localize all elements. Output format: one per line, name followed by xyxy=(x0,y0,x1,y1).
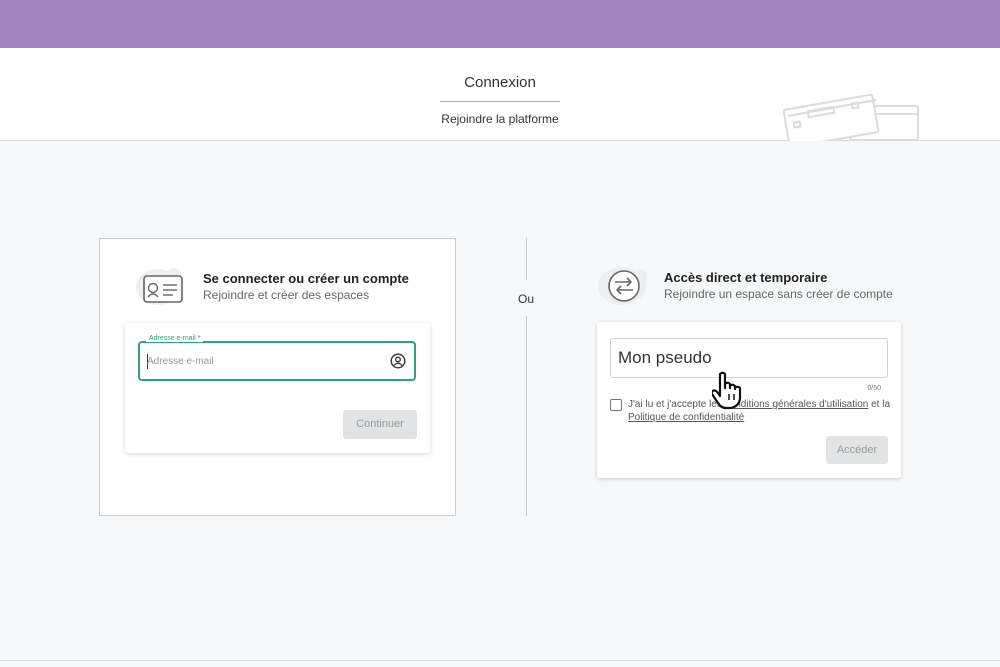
browser-windows-illustration-icon xyxy=(782,94,919,141)
terms-checkbox[interactable] xyxy=(610,399,622,411)
login-panel: Se connecter ou créer un compte Rejoindr… xyxy=(99,238,456,516)
terms-middle: et la xyxy=(868,399,891,410)
pseudo-input[interactable]: Mon pseudo xyxy=(610,338,888,378)
terms-prefix: J'ai lu et j'accepte les xyxy=(628,399,725,410)
separator-label: Ou xyxy=(517,292,534,306)
user-circle-icon xyxy=(390,353,406,369)
character-counter: 0/50 xyxy=(867,385,881,392)
email-label: Adresse e-mail * xyxy=(146,335,204,342)
swap-arrows-icon xyxy=(598,267,647,305)
terms-text: J'ai lu et j'accepte les conditions géné… xyxy=(628,398,890,424)
login-card: Adresse e-mail * Adresse e-mail Continue… xyxy=(125,323,430,453)
id-card-icon xyxy=(136,268,183,305)
continue-button[interactable]: Continuer xyxy=(343,410,417,439)
hand-pointer-icon xyxy=(712,371,742,410)
header-divider xyxy=(440,101,560,102)
email-placeholder: Adresse e-mail xyxy=(147,356,214,367)
login-subtitle: Rejoindre et créer des espaces xyxy=(203,288,370,302)
separator-line-bottom xyxy=(526,316,527,516)
footer-divider xyxy=(0,660,1000,661)
page-title: Connexion xyxy=(464,74,536,91)
email-field[interactable]: Adresse e-mail * Adresse e-mail xyxy=(138,335,416,381)
pseudo-value: Mon pseudo xyxy=(618,348,712,367)
guest-card: Mon pseudo 0/50 J'ai lu et j'accepte les… xyxy=(597,322,901,478)
privacy-link[interactable]: Politique de confidentialité xyxy=(628,412,744,423)
top-bar xyxy=(0,0,1000,48)
guest-subtitle: Rejoindre un espace sans créer de compte xyxy=(664,287,893,301)
access-button[interactable]: Accéder xyxy=(826,436,888,464)
login-title: Se connecter ou créer un compte xyxy=(203,271,409,286)
page-header: Connexion Rejoindre la platforme xyxy=(0,48,1000,141)
separator-line-top xyxy=(526,238,527,280)
guest-title: Accès direct et temporaire xyxy=(664,270,828,285)
page-subtitle: Rejoindre la platforme xyxy=(441,112,559,126)
